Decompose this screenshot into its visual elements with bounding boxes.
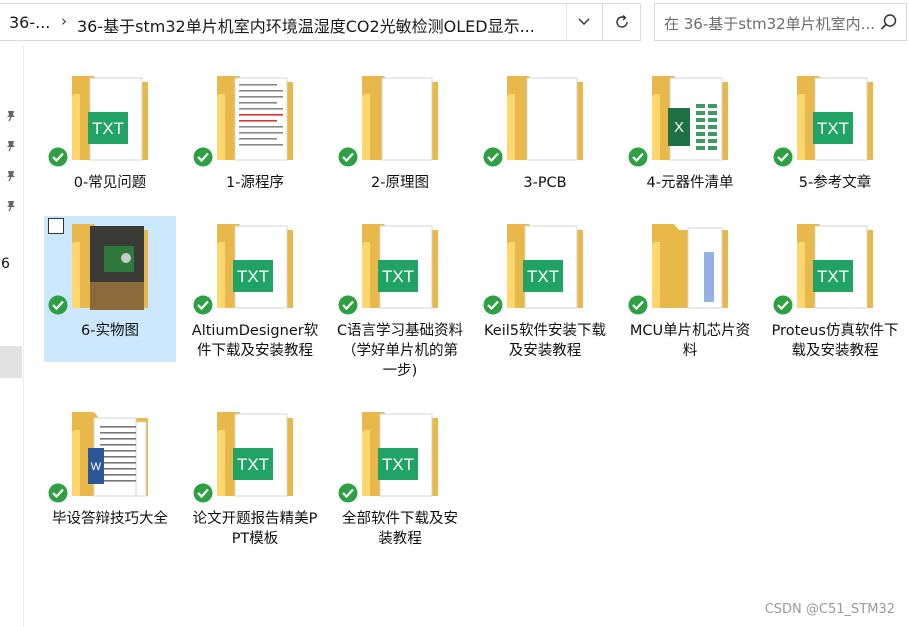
file-item-label: 5-参考文章	[798, 175, 872, 191]
file-item[interactable]: TXT 5-参考文章	[769, 68, 901, 218]
file-item-label: AltiumDesigner软件下载及安装教程	[191, 323, 319, 359]
file-item-label: 0-常见问题	[73, 175, 147, 191]
sync-check-icon	[193, 483, 213, 503]
sync-check-icon	[338, 295, 358, 315]
file-item-label: C语言学习基础资料（学好单片机的第一步)	[336, 323, 464, 379]
file-item[interactable]: 1-源程序	[189, 68, 321, 218]
breadcrumb-parent[interactable]: 36-...	[9, 13, 50, 32]
pin-icon[interactable]	[4, 168, 18, 182]
folder-icon: TXT	[789, 216, 881, 316]
folder-icon: W	[64, 404, 156, 504]
search-box[interactable]: 在 36-基于stm32单片机室内...	[654, 3, 907, 41]
file-item[interactable]: TXT 0-常见问题	[44, 68, 176, 218]
select-checkbox[interactable]	[48, 218, 64, 234]
sync-check-icon	[193, 295, 213, 315]
nav-item-selected[interactable]	[0, 346, 22, 378]
file-item[interactable]: 2-原理图	[334, 68, 466, 218]
pin-icon[interactable]	[4, 138, 18, 152]
folder-icon: X	[644, 68, 736, 168]
file-item[interactable]: 6-实物图	[44, 216, 176, 362]
folder-icon	[354, 68, 446, 168]
sync-check-icon	[48, 295, 68, 315]
pin-icon[interactable]	[4, 108, 18, 122]
folder-icon: TXT	[499, 216, 591, 316]
folder-icon	[499, 68, 591, 168]
file-item[interactable]: TXT Keil5软件安装下载及安装教程	[479, 216, 611, 366]
folder-icon: TXT	[789, 68, 881, 168]
folder-icon: TXT	[209, 404, 301, 504]
folder-icon: TXT	[209, 216, 301, 316]
chevron-down-icon	[578, 18, 590, 25]
breadcrumb-chevron-icon[interactable]: ›	[506, 12, 512, 30]
sync-check-icon	[48, 483, 68, 503]
file-item[interactable]: 3-PCB	[479, 68, 611, 218]
watermark: CSDN @C51_STM32	[764, 602, 895, 617]
address-bar[interactable]: 36-... › 36-基于stm32单片机室内环境温湿度CO2光敏检测OLED…	[0, 3, 641, 41]
sync-check-icon	[483, 147, 503, 167]
file-item[interactable]: TXT C语言学习基础资料（学好单片机的第一步)	[334, 216, 466, 379]
file-item[interactable]: TXT Proteus仿真软件下载及安装教程	[769, 216, 901, 366]
file-item-label: MCU单片机芯片资料	[629, 323, 751, 359]
breadcrumb-current[interactable]: 36-基于stm32单片机室内环境温湿度CO2光敏检测OLED显示...	[77, 13, 535, 37]
sync-check-icon	[338, 483, 358, 503]
file-item-label: 4-元器件清单	[646, 175, 734, 191]
sync-check-icon	[773, 147, 793, 167]
file-item[interactable]: MCU单片机芯片资料	[624, 216, 756, 366]
file-item-label: 2-原理图	[371, 175, 429, 191]
navigation-pane: 6	[0, 46, 24, 627]
file-item[interactable]: TXT AltiumDesigner软件下载及安装教程	[189, 216, 321, 366]
address-history-dropdown[interactable]	[566, 4, 601, 40]
file-item[interactable]: TXT 全部软件下载及安装教程	[334, 404, 466, 554]
sync-check-icon	[628, 295, 648, 315]
sync-check-icon	[628, 147, 648, 167]
file-item-label: 6-实物图	[81, 323, 139, 339]
folder-icon	[644, 216, 736, 316]
file-item-label: 3-PCB	[523, 175, 567, 191]
file-item[interactable]: TXT 论文开题报告精美PPT模板	[189, 404, 321, 554]
file-item-label: 1-源程序	[226, 175, 284, 191]
folder-icon: TXT	[354, 404, 446, 504]
breadcrumb-separator-icon[interactable]: ›	[61, 12, 67, 30]
sync-check-icon	[48, 147, 68, 167]
sync-check-icon	[193, 147, 213, 167]
refresh-button[interactable]	[602, 4, 640, 40]
file-item-label: 毕设答辩技巧大全	[52, 511, 168, 527]
file-item[interactable]: W 毕设答辩技巧大全	[44, 404, 176, 554]
file-item-label: Keil5软件安装下载及安装教程	[484, 323, 606, 359]
sync-check-icon	[773, 295, 793, 315]
search-icon[interactable]	[880, 13, 898, 31]
address-toolbar: 36-... › 36-基于stm32单片机室内环境温湿度CO2光敏检测OLED…	[0, 0, 909, 46]
folder-icon: TXT	[64, 68, 156, 168]
photo-folder-icon	[64, 216, 156, 316]
file-item-label: Proteus仿真软件下载及安装教程	[771, 323, 899, 359]
nav-item-label[interactable]: 6	[1, 256, 10, 272]
search-input[interactable]: 在 36-基于stm32单片机室内...	[664, 13, 875, 34]
folder-icon: TXT	[354, 216, 446, 316]
file-item[interactable]: X 4-元器件清单	[624, 68, 756, 218]
folder-icon	[209, 68, 301, 168]
file-item-label: 全部软件下载及安装教程	[342, 511, 458, 547]
sync-check-icon	[338, 147, 358, 167]
file-item-label: 论文开题报告精美PPT模板	[192, 511, 318, 547]
pin-icon[interactable]	[4, 198, 18, 212]
sync-check-icon	[483, 295, 503, 315]
refresh-icon	[615, 14, 628, 28]
